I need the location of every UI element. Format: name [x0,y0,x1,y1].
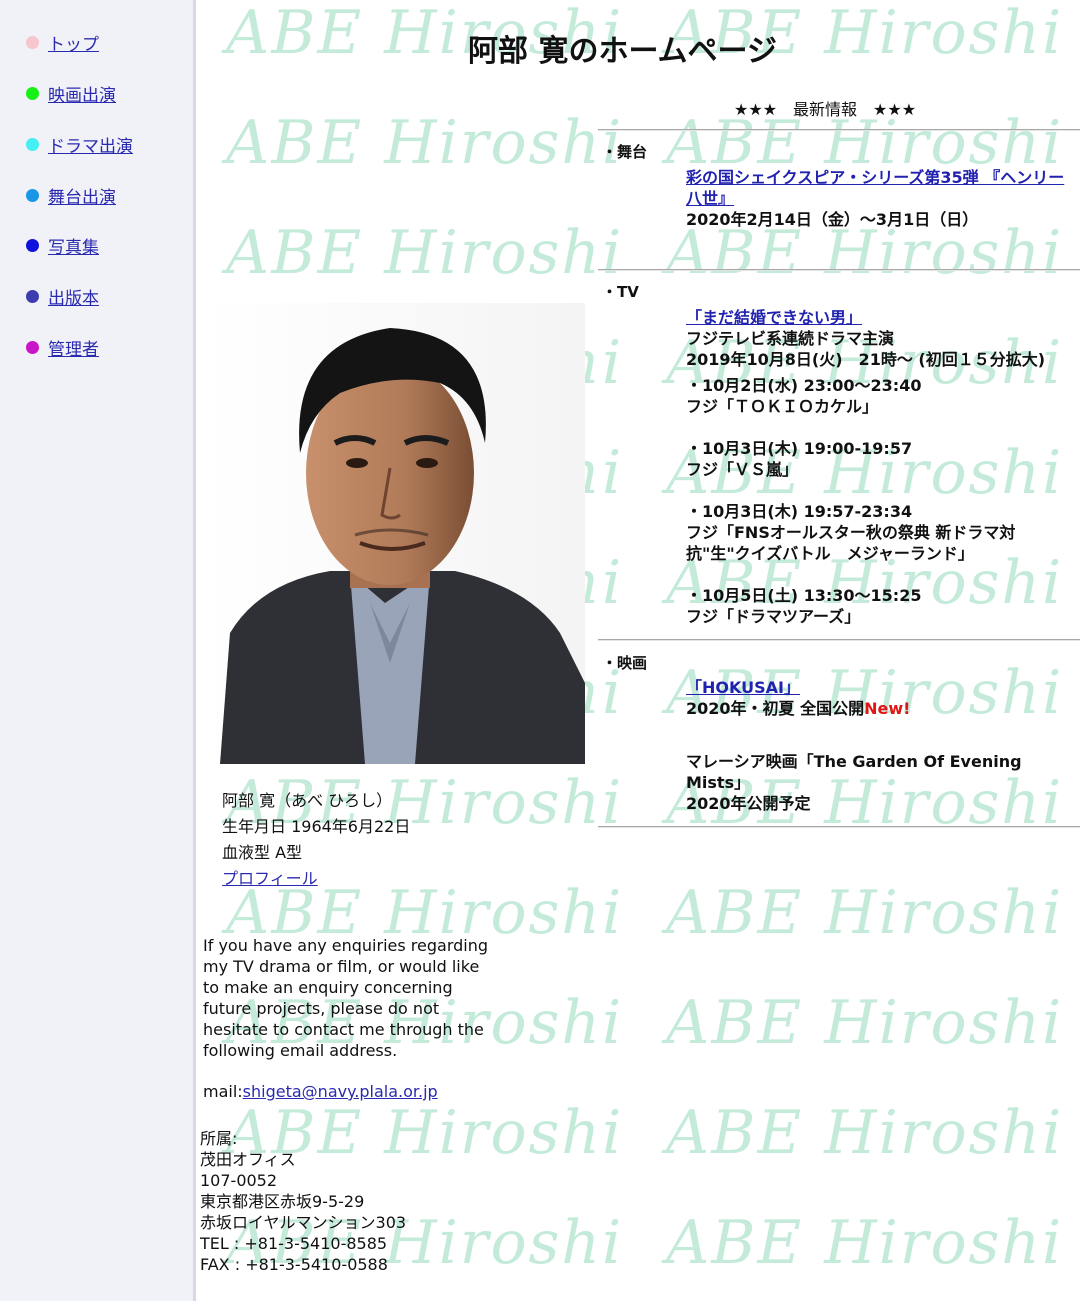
tv-drama-link[interactable]: 「まだ結婚できない男」 [686,308,862,327]
nav-item-books[interactable]: 出版本 [26,284,99,309]
enquiry-text: If you have any enquiries regarding my T… [203,936,489,1060]
stage-date: 2020年2月14日（金）～3月1日（日） [686,210,979,229]
stage-title-link[interactable]: 彩の国シェイクスピア・シリーズ第35弾 『ヘンリー八世』 [686,168,1064,208]
email-link[interactable]: shigeta@navy.plala.or.jp [243,1082,438,1101]
nav-item-stage[interactable]: 舞台出演 [26,183,116,208]
section-label-movie: ・映画 [602,654,648,672]
nav-item-top[interactable]: トップ [26,30,99,55]
nav-link-admin[interactable]: 管理者 [48,335,99,360]
tv-appearance-title: フジ「ＶＳ嵐」 [686,460,799,479]
bullet-dot-icon [26,86,39,100]
profile-name: 阿部 寛（あべ ひろし） [222,791,393,810]
nav-item-dramas[interactable]: ドラマ出演 [26,132,133,157]
office-label: 所属: [200,1129,238,1148]
tv-appearance: ・10月3日(木) 19:57-23:34 フジ「FNSオールスター秋の祭典 新… [686,501,1036,564]
main-content: 阿部 寛のホームページ ★★★ 最新情報 ★★★ ・舞台 彩の国シェイクスピア・… [196,0,1080,1301]
office-tel: TEL : +81-3-5410-8585 [200,1234,388,1253]
divider [598,269,1080,271]
bullet-dot-icon [26,340,39,354]
tv-drama-date: 2019年10月8日(火) 21時～ (初回１５分拡大) [686,350,1046,369]
tv-appearance-title: フジ「FNSオールスター秋の祭典 新ドラマ対抗"生"クイズバトル メジャーランド… [686,523,1016,563]
office-address2: 赤坂ロイヤルマンション303 [200,1213,407,1232]
bullet-dot-icon [26,238,39,252]
divider [598,826,1080,828]
tv-appearance-time: ・10月2日(水) 23:00～23:40 [686,376,922,395]
tv-appearance-time: ・10月3日(木) 19:00-19:57 [686,439,913,458]
movie-link[interactable]: 「HOKUSAI」 [686,678,800,697]
tv-appearance-time: ・10月5日(土) 13:30～15:25 [686,586,922,605]
mail-line: mail:shigeta@navy.plala.or.jp [203,1082,438,1101]
mail-prefix: mail: [203,1082,243,1101]
profile-block: 阿部 寛（あべ ひろし） 生年月日 1964年6月22日 血液型 A型 プロフィ… [222,788,410,892]
movie-entry: 「HOKUSAI」 2020年・初夏 全国公開New! [686,677,1071,719]
nav-link-top[interactable]: トップ [48,30,99,55]
profile-birthday: 生年月日 1964年6月22日 [222,817,411,836]
tv-appearance-title: フジ「ドラマツアーズ」 [686,607,861,626]
office-name: 茂田オフィス [200,1150,296,1169]
stage-entry: 彩の国シェイクスピア・シリーズ第35弾 『ヘンリー八世』 2020年2月14日（… [686,167,1071,230]
tv-appearance: ・10月3日(木) 19:00-19:57 フジ「ＶＳ嵐」 [686,438,1056,480]
nav-item-photobooks[interactable]: 写真集 [26,233,99,258]
nav-link-stage[interactable]: 舞台出演 [48,183,116,208]
bullet-dot-icon [26,188,39,202]
tv-drama-desc: フジテレビ系連続ドラマ主演 [686,329,895,348]
new-badge: New! [864,699,911,718]
movie-entry: マレーシア映画「The Garden Of Evening Mists」 202… [686,751,1076,814]
office-address1: 東京都港区赤坂9-5-29 [200,1192,365,1211]
sidebar-nav: トップ 映画出演 ドラマ出演 舞台出演 写真集 出版本 管理者 [0,0,196,1301]
nav-item-movies[interactable]: 映画出演 [26,81,116,106]
profile-link[interactable]: プロフィール [222,869,318,888]
nav-link-books[interactable]: 出版本 [48,284,99,309]
office-fax: FAX : +81-3-5410-0588 [200,1255,388,1274]
divider [598,129,1080,131]
divider [598,639,1080,641]
bullet-dot-icon [26,35,39,49]
tv-appearance-time: ・10月3日(木) 19:57-23:34 [686,502,913,521]
office-info: 所属: 茂田オフィス 107-0052 東京都港区赤坂9-5-29 赤坂ロイヤル… [200,1128,406,1275]
nav-link-photobooks[interactable]: 写真集 [48,233,99,258]
nav-link-movies[interactable]: 映画出演 [48,81,116,106]
bullet-dot-icon [26,289,39,303]
tv-appearance: ・10月2日(水) 23:00～23:40 フジ「ＴＯＫＩＯカケル」 [686,375,1056,417]
news-heading: ★★★ 最新情報 ★★★ [734,100,917,119]
page-title: 阿部 寛のホームページ [468,34,777,69]
movie-title: マレーシア映画「The Garden Of Evening Mists」 [686,752,1022,792]
portrait-photo [200,303,585,764]
movie-date: 2020年公開予定 [686,794,811,813]
tv-entry: 「まだ結婚できない男」 フジテレビ系連続ドラマ主演 2019年10月8日(火) … [686,307,1071,370]
section-label-tv: ・TV [602,283,639,301]
bullet-dot-icon [26,137,39,151]
nav-link-dramas[interactable]: ドラマ出演 [48,132,133,157]
profile-blood-type: 血液型 A型 [222,843,303,862]
tv-appearance-title: フジ「ＴＯＫＩＯカケル」 [686,397,879,416]
tv-appearance: ・10月5日(土) 13:30～15:25 フジ「ドラマツアーズ」 [686,585,1056,627]
section-label-stage: ・舞台 [602,143,648,161]
nav-item-admin[interactable]: 管理者 [26,335,99,360]
movie-date: 2020年・初夏 全国公開 [686,699,865,718]
office-zip: 107-0052 [200,1171,278,1190]
